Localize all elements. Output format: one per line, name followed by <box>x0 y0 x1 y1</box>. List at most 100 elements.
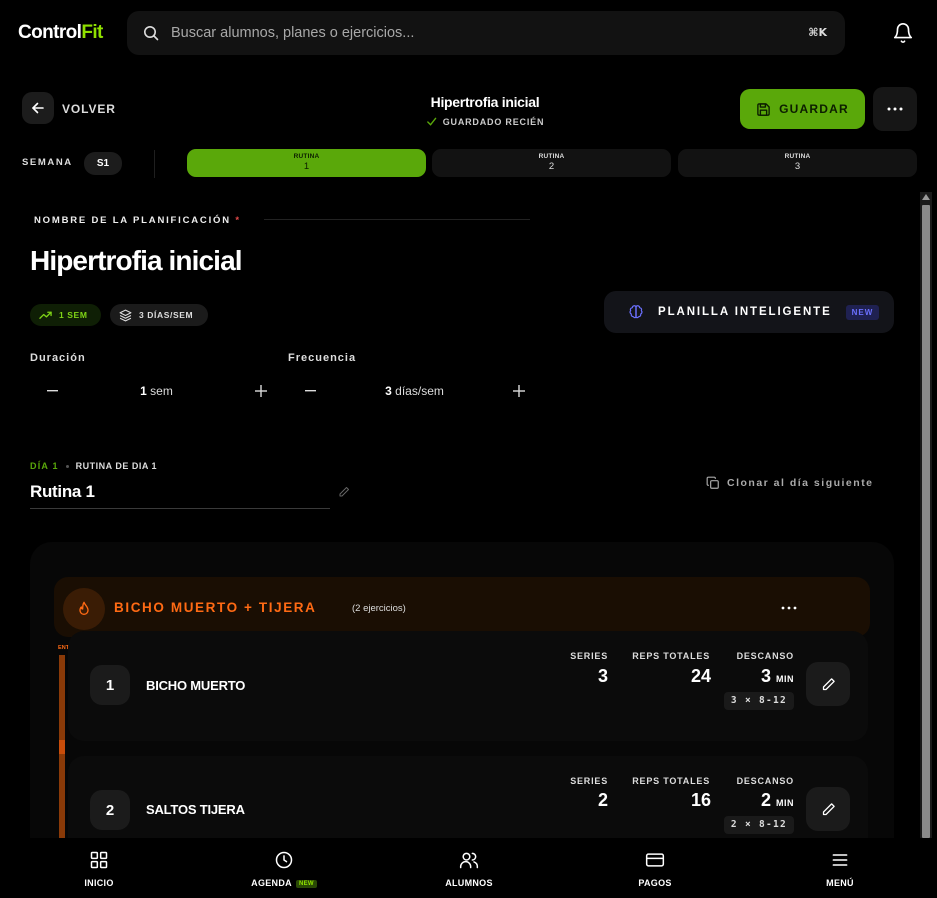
nav-item-menu[interactable]: MENÚ <box>780 850 900 888</box>
new-badge: NEW <box>295 880 317 888</box>
duration-increment-button[interactable] <box>248 378 274 404</box>
nav-label: INICIO <box>84 878 114 888</box>
scrollbar-thumb[interactable] <box>922 205 930 838</box>
duration-decrement-button[interactable] <box>39 378 65 404</box>
reps-label: REPS TOTALES <box>632 651 710 661</box>
frequency-value: 3 días/sem <box>385 384 444 398</box>
save-button-label: GUARDAR <box>779 102 849 116</box>
pencil-icon <box>821 677 836 692</box>
reps-value: 24 <box>690 666 711 686</box>
edit-exercise-button[interactable] <box>806 787 850 831</box>
edit-exercise-button[interactable] <box>806 662 850 706</box>
scroll-up-arrow-icon[interactable] <box>921 193 931 201</box>
group-more-icon[interactable] <box>781 606 797 610</box>
duration-value: 1 sem <box>140 384 173 398</box>
exercise-name: BICHO MUERTO <box>146 678 246 693</box>
day-header: DÍA 1 RUTINA DE DIA 1 <box>30 461 157 471</box>
menu-icon <box>780 850 900 870</box>
brain-icon <box>628 304 644 320</box>
tab-number: 1 <box>303 161 310 172</box>
search-bar[interactable]: ⌘K <box>127 11 845 55</box>
tab-number: 2 <box>548 161 555 172</box>
tab-label: RUTINA <box>538 153 565 160</box>
rest-label: DESCANSO <box>736 776 794 786</box>
rest-value: 2 MIN <box>714 790 794 811</box>
required-mark: * <box>235 215 241 226</box>
reps-label: REPS TOTALES <box>632 776 710 786</box>
rest-unit: MIN <box>776 674 794 684</box>
rest-label: DESCANSO <box>736 651 794 661</box>
frequency-decrement-button[interactable] <box>297 378 323 404</box>
day-label: DÍA 1 <box>30 461 59 471</box>
week-label: SEMANA <box>22 157 73 168</box>
logo-text-control: Control <box>18 22 82 43</box>
clone-day-button[interactable]: Clonar al día siguiente <box>706 476 874 490</box>
save-status-text: GUARDADO RECIÉN <box>442 116 545 127</box>
app-logo[interactable]: ControlFit <box>18 22 103 44</box>
exercise-name: SALTOS TIJERA <box>146 802 245 817</box>
nav-item-pagos[interactable]: PAGOS <box>595 850 715 888</box>
duration-label: Duración <box>30 352 86 364</box>
nav-label: AGENDA <box>251 878 292 888</box>
frequency-number: 3 <box>385 384 392 398</box>
tab-label: RUTINA <box>293 153 320 160</box>
flame-icon <box>63 588 105 630</box>
more-options-button[interactable] <box>873 87 917 131</box>
page-title: Hipertrofia inicial <box>430 94 540 110</box>
floppy-disk-icon <box>756 102 771 117</box>
pencil-icon[interactable] <box>338 486 350 498</box>
search-input[interactable] <box>171 11 771 55</box>
layers-icon <box>119 309 132 322</box>
clock-icon <box>224 850 344 870</box>
tab-routine-2[interactable]: RUTINA 2 <box>432 149 671 177</box>
back-button[interactable] <box>22 92 54 124</box>
smart-template-button[interactable]: PLANILLA INTELIGENTE NEW <box>604 291 894 333</box>
copy-icon <box>706 476 720 490</box>
notifications-bell-icon[interactable] <box>892 22 914 44</box>
search-icon <box>143 25 159 41</box>
routine-name-field[interactable]: Rutina 1 <box>30 482 95 502</box>
rest-number: 3 <box>760 666 771 686</box>
set-scheme: 2 × 8-12 <box>724 816 794 834</box>
tab-number: 3 <box>794 161 801 172</box>
nav-label: ALUMNOS <box>445 878 493 888</box>
arrow-left-icon <box>30 100 46 116</box>
set-scheme: 3 × 8-12 <box>724 692 794 710</box>
card-icon <box>595 850 715 870</box>
nav-label-wrap: AGENDA NEW <box>224 878 344 888</box>
tab-label: RUTINA <box>784 153 811 160</box>
series-value: 3 <box>597 666 608 686</box>
tab-routine-1[interactable]: RUTINA 1 <box>187 149 426 177</box>
series-value: 2 <box>597 790 608 810</box>
check-icon <box>426 116 437 127</box>
duration-stepper: 1 sem <box>39 378 274 404</box>
duration-number: 1 <box>140 384 147 398</box>
save-button[interactable]: GUARDAR <box>740 89 865 129</box>
nav-item-agenda[interactable]: AGENDA NEW <box>224 850 344 888</box>
exercise-number: 2 <box>90 790 130 830</box>
save-status: GUARDADO RECIÉN <box>300 116 670 127</box>
frequency-unit: días/sem <box>395 384 444 398</box>
plan-name-label: NOMBRE DE LA PLANIFICACIÓN * <box>34 215 241 226</box>
frequency-label: Frecuencia <box>288 352 357 364</box>
nav-label: PAGOS <box>638 878 672 888</box>
nav-item-alumnos[interactable]: ALUMNOS <box>409 850 529 888</box>
nav-item-inicio[interactable]: INICIO <box>39 850 159 888</box>
tab-routine-3[interactable]: RUTINA 3 <box>678 149 917 177</box>
grid-icon <box>39 850 159 870</box>
divider <box>264 219 530 220</box>
group-exercise-count: (2 ejercicios) <box>352 603 406 614</box>
back-label[interactable]: VOLVER <box>62 102 116 116</box>
divider <box>154 150 155 178</box>
nav-label: MENÚ <box>826 878 854 888</box>
separator-dot <box>65 464 69 468</box>
exercise-number: 1 <box>90 665 130 705</box>
plan-name-field[interactable]: Hipertrofia inicial <box>30 245 243 277</box>
group-title: BICHO MUERTO + TIJERA <box>114 600 317 615</box>
frequency-increment-button[interactable] <box>506 378 532 404</box>
reps-value: 16 <box>690 790 711 810</box>
week-selector[interactable]: S1 <box>84 152 122 175</box>
series-label: SERIES <box>570 651 608 661</box>
trending-up-icon <box>39 310 52 320</box>
new-badge: NEW <box>845 304 880 320</box>
